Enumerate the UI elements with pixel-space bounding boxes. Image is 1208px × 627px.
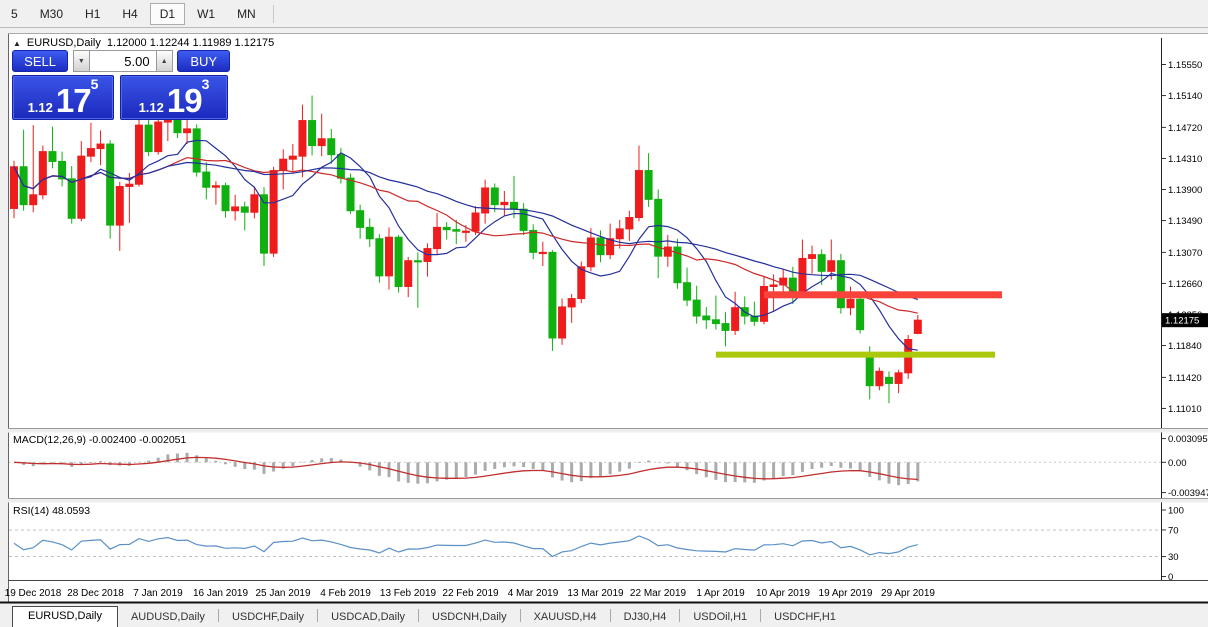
svg-text:29 Apr 2019: 29 Apr 2019 xyxy=(881,588,935,599)
timeframe-toolbar: 5M30H1H4D1W1MN xyxy=(0,0,1208,28)
svg-text:13 Mar 2019: 13 Mar 2019 xyxy=(567,588,624,599)
svg-text:1.12660: 1.12660 xyxy=(1168,279,1202,290)
sell-price-display[interactable]: 1.12 17 5 xyxy=(12,75,114,120)
sell-price-prefix: 1.12 xyxy=(28,99,53,116)
svg-text:4 Mar 2019: 4 Mar 2019 xyxy=(508,588,559,599)
svg-text:-0.003947: -0.003947 xyxy=(1168,488,1208,499)
candle xyxy=(395,235,402,293)
svg-text:1.13900: 1.13900 xyxy=(1168,185,1202,196)
svg-text:0.003095: 0.003095 xyxy=(1168,434,1208,445)
chart-tab-xauusd-h4[interactable]: XAUUSD,H4 xyxy=(521,608,610,627)
svg-text:22 Feb 2019: 22 Feb 2019 xyxy=(442,588,499,599)
chart-tabs-bar: EURUSD,DailyAUDUSD,DailyUSDCHF,DailyUSDC… xyxy=(0,604,1208,627)
svg-text:30: 30 xyxy=(1168,552,1179,563)
timeframe-button-d1[interactable]: D1 xyxy=(150,3,185,25)
sell-price-point: 5 xyxy=(91,78,99,90)
chevron-down-icon: ▼ xyxy=(78,58,85,65)
svg-text:4 Feb 2019: 4 Feb 2019 xyxy=(320,588,371,599)
svg-text:1.12175: 1.12175 xyxy=(1165,316,1199,327)
chart-tab-audusd-daily[interactable]: AUDUSD,Daily xyxy=(118,608,218,627)
chart-symbol-label: EURUSD,Daily xyxy=(27,37,101,49)
svg-text:25 Jan 2019: 25 Jan 2019 xyxy=(255,588,310,599)
svg-text:1.14310: 1.14310 xyxy=(1168,154,1202,165)
candle xyxy=(107,140,114,238)
buy-price-point: 3 xyxy=(202,78,210,90)
svg-text:13 Feb 2019: 13 Feb 2019 xyxy=(380,588,437,599)
support-line[interactable] xyxy=(716,352,995,358)
candle xyxy=(193,124,200,176)
resistance-line[interactable] xyxy=(764,291,1002,298)
chart-ohlc-values: 1.12000 1.12244 1.11989 1.12175 xyxy=(107,37,274,49)
chart-tab-usdchf-daily[interactable]: USDCHF,Daily xyxy=(219,608,317,627)
svg-text:1.14720: 1.14720 xyxy=(1168,123,1202,134)
chart-tab-dj30-h4[interactable]: DJ30,H4 xyxy=(611,608,680,627)
candle xyxy=(376,234,383,282)
timeframe-button-h1[interactable]: H1 xyxy=(75,3,110,25)
chart-header: ▲ EURUSD,Daily 1.12000 1.12244 1.11989 1… xyxy=(13,37,274,49)
svg-text:1 Apr 2019: 1 Apr 2019 xyxy=(696,588,745,599)
timeframe-button-m30[interactable]: M30 xyxy=(30,3,73,25)
svg-text:19 Apr 2019: 19 Apr 2019 xyxy=(819,588,873,599)
candle xyxy=(270,167,277,257)
svg-text:1.13490: 1.13490 xyxy=(1168,216,1202,227)
chart-tab-usdoil-h1[interactable]: USDOil,H1 xyxy=(680,608,760,627)
sell-price-pips: 17 xyxy=(56,86,91,116)
macd-indicator-label: MACD(12,26,9) -0.002400 -0.002051 xyxy=(13,434,186,446)
svg-text:0.00: 0.00 xyxy=(1168,458,1187,469)
svg-text:1.11840: 1.11840 xyxy=(1168,341,1202,352)
svg-text:1.13070: 1.13070 xyxy=(1168,248,1202,259)
buy-price-prefix: 1.12 xyxy=(139,99,164,116)
chevron-up-icon: ▲ xyxy=(161,58,168,65)
rsi-indicator-label: RSI(14) 48.0593 xyxy=(13,505,90,517)
volume-increase-button[interactable]: ▲ xyxy=(156,50,173,72)
timeframe-button-5[interactable]: 5 xyxy=(1,3,28,25)
svg-text:100: 100 xyxy=(1168,506,1184,517)
chart-tab-eurusd-daily[interactable]: EURUSD,Daily xyxy=(12,606,118,627)
chart-tab-usdcnh-daily[interactable]: USDCNH,Daily xyxy=(419,608,520,627)
volume-input[interactable]: 5.00 xyxy=(90,50,156,72)
svg-text:1.15140: 1.15140 xyxy=(1168,91,1202,102)
svg-text:7 Jan 2019: 7 Jan 2019 xyxy=(133,588,183,599)
candle xyxy=(39,146,46,200)
svg-text:1.11010: 1.11010 xyxy=(1168,404,1202,415)
svg-text:1.15550: 1.15550 xyxy=(1168,60,1202,71)
chart-tab-usdcad-daily[interactable]: USDCAD,Daily xyxy=(318,608,418,627)
chart-tab-usdchf-h1[interactable]: USDCHF,H1 xyxy=(761,608,849,627)
terminal-window: 1.15550 1.15140 1.14720 1.14310 1.13900 1.134… xyxy=(0,0,1208,627)
svg-text:1.11420: 1.11420 xyxy=(1168,373,1202,384)
buy-price-display[interactable]: 1.12 19 3 xyxy=(120,75,228,120)
current-price-tag: 1.12175 xyxy=(1162,313,1208,327)
svg-text:28 Dec 2018: 28 Dec 2018 xyxy=(67,588,124,599)
volume-decrease-button[interactable]: ▼ xyxy=(73,50,90,72)
svg-text:16 Jan 2019: 16 Jan 2019 xyxy=(193,588,248,599)
candle xyxy=(837,254,844,314)
timeframe-button-w1[interactable]: W1 xyxy=(187,3,225,25)
svg-text:10 Apr 2019: 10 Apr 2019 xyxy=(756,588,810,599)
sell-button[interactable]: SELL xyxy=(12,50,68,72)
svg-text:19 Dec 2018: 19 Dec 2018 xyxy=(5,588,62,599)
timeframe-button-h4[interactable]: H4 xyxy=(112,3,147,25)
collapse-panel-icon[interactable]: ▲ xyxy=(13,39,21,48)
buy-price-pips: 19 xyxy=(167,86,202,116)
one-click-trade-panel: SELL ▼ 5.00 ▲ BUY 1.12 17 5 1.12 19 3 xyxy=(12,50,230,120)
candle xyxy=(135,120,142,187)
time-axis: 19 Dec 2018 28 Dec 2018 7 Jan 2019 16 Jan 2… xyxy=(5,588,936,599)
candle xyxy=(857,296,864,334)
toolbar-separator xyxy=(273,5,274,23)
svg-text:0: 0 xyxy=(1168,572,1173,583)
candle xyxy=(549,250,556,351)
timeframe-button-mn[interactable]: MN xyxy=(227,3,266,25)
svg-text:70: 70 xyxy=(1168,525,1179,536)
buy-button[interactable]: BUY xyxy=(177,50,230,72)
svg-text:22 Mar 2019: 22 Mar 2019 xyxy=(630,588,687,599)
